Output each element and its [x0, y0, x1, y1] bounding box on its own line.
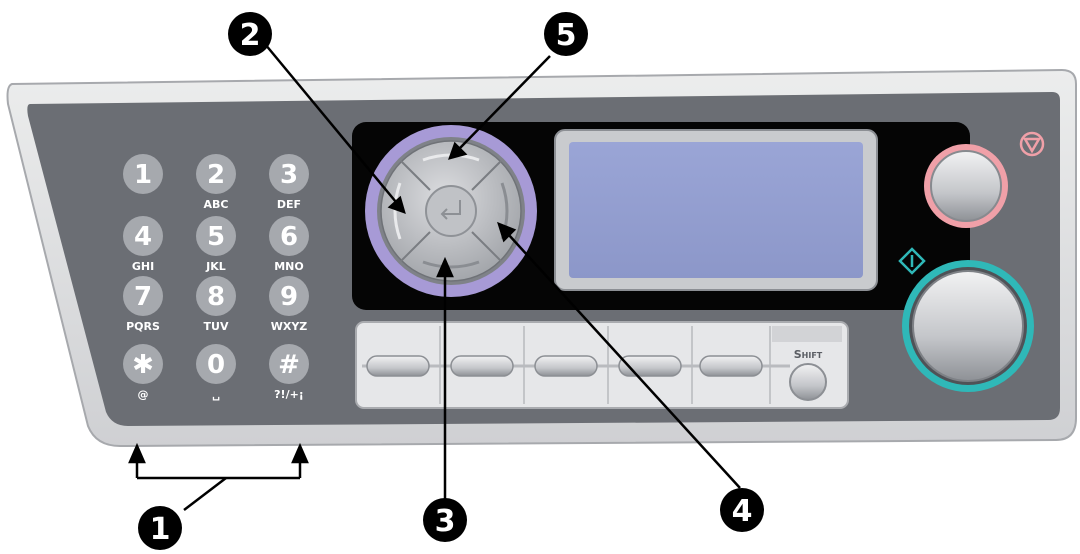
key-digit: 9 — [280, 282, 298, 312]
callout-number: 2 — [240, 18, 261, 53]
key-digit: 8 — [207, 282, 225, 312]
callout-1: 1 — [138, 506, 182, 550]
key-letters: DEF — [277, 198, 301, 211]
shift-button[interactable] — [789, 363, 827, 401]
soft-key-2[interactable] — [450, 355, 514, 377]
panel-svg: 1 2 ABC 3 DEF 4 GHI 5 JKL 6 MNO 7 PQRS 8 TUV 9 WXYZ ✱ @0 ␣ #… — [6, 12, 1077, 550]
start-button[interactable] — [912, 270, 1024, 382]
soft-key-5[interactable] — [699, 355, 763, 377]
keypad-key-hash[interactable]: # ?!/+¡ — [269, 344, 309, 401]
key-letters: JKL — [205, 260, 226, 273]
key-letters: ␣ — [212, 388, 220, 401]
lcd-screen — [569, 142, 863, 278]
key-letters: MNO — [274, 260, 304, 273]
key-digit: 0 — [207, 350, 225, 380]
key-digit: 7 — [134, 282, 152, 312]
key-letters: WXYZ — [271, 320, 308, 333]
callout-number: 4 — [732, 494, 753, 529]
callout-4: 4 — [720, 488, 764, 532]
key-letters: @ — [138, 388, 149, 401]
keypad-key-9[interactable]: 9 WXYZ — [269, 276, 309, 333]
key-letters: GHI — [132, 260, 154, 273]
key-digit: 3 — [280, 160, 298, 190]
nav-enter-button[interactable] — [425, 185, 477, 237]
callout-number: 5 — [556, 18, 577, 53]
soft-key-strip: Shift — [355, 321, 849, 409]
callout-number: 3 — [435, 504, 456, 539]
key-digit: # — [278, 350, 300, 380]
callout-3: 3 — [423, 498, 467, 542]
stop-button[interactable] — [930, 150, 1002, 222]
key-letters: ?!/+¡ — [274, 388, 304, 401]
key-digit: 6 — [280, 222, 298, 252]
key-letters: TUV — [204, 320, 229, 333]
soft-key-3[interactable] — [534, 355, 598, 377]
key-letters: ABC — [204, 198, 229, 211]
key-digit: 4 — [134, 222, 152, 252]
keypad-key-1[interactable]: 1 — [123, 154, 163, 194]
key-letters: PQRS — [126, 320, 160, 333]
keypad-key-7[interactable]: 7 PQRS — [123, 276, 163, 333]
lcd-display — [554, 129, 878, 291]
callout-number: 1 — [150, 512, 171, 547]
key-digit: 2 — [207, 160, 225, 190]
soft-key-1[interactable] — [366, 355, 430, 377]
keypad-key-6[interactable]: 6 MNO — [269, 216, 309, 273]
callout-5: 5 — [544, 12, 588, 56]
control-panel-diagram: 1 2 ABC 3 DEF 4 GHI 5 JKL 6 MNO 7 PQRS 8 TUV 9 WXYZ ✱ @0 ␣ #… — [0, 0, 1080, 554]
key-digit: 1 — [134, 160, 152, 190]
key-digit: 5 — [207, 222, 225, 252]
key-digit: ✱ — [132, 350, 154, 380]
shift-label: Shift — [794, 348, 823, 361]
callout-2: 2 — [228, 12, 272, 56]
